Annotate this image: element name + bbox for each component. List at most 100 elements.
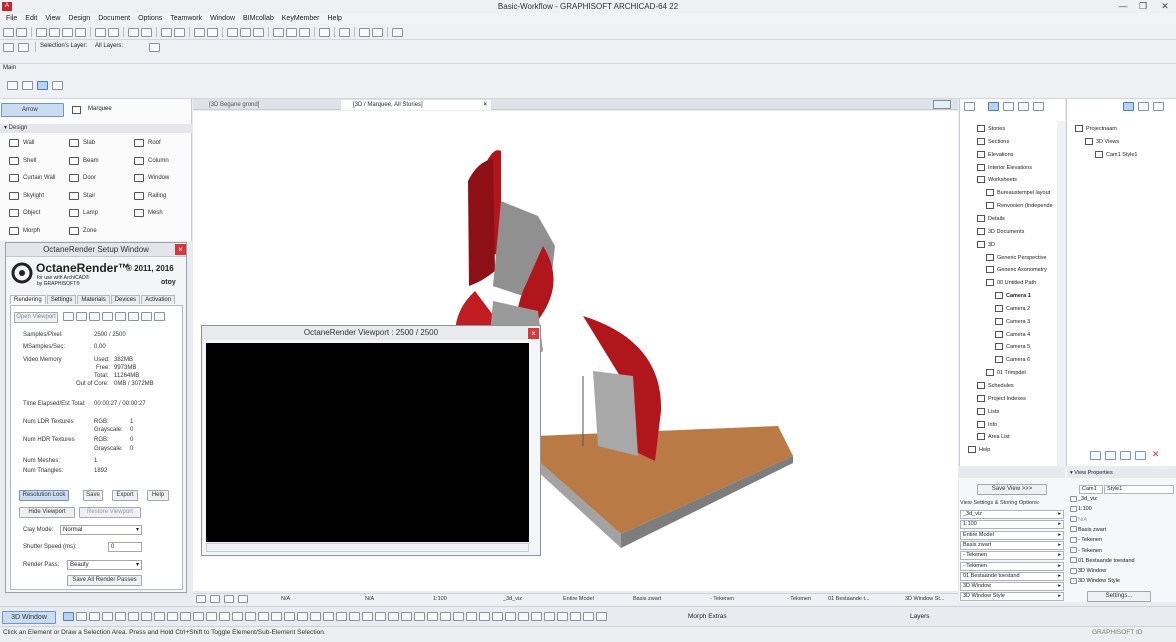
bottom-tool-icon[interactable]	[362, 612, 373, 621]
delete-icon[interactable]: ✕	[1152, 449, 1160, 459]
shutter-input[interactable]: 0	[108, 542, 142, 552]
menu-teamwork[interactable]: Teamwork	[166, 13, 206, 24]
save-all-passes-button[interactable]: Save All Render Passes	[67, 575, 142, 586]
open-viewport-button[interactable]: Open Viewport	[14, 312, 58, 323]
nav-item[interactable]: Camera 4	[995, 330, 1030, 341]
menu-edit[interactable]: Edit	[21, 13, 41, 24]
pick-up-icon[interactable]	[36, 27, 47, 37]
ruler-icon[interactable]	[273, 27, 284, 37]
polyline-icon[interactable]	[128, 27, 139, 37]
bottom-tool-icon[interactable]	[180, 612, 191, 621]
floor-plan-icon[interactable]	[7, 81, 18, 90]
bottom-tool-icon[interactable]	[297, 612, 308, 621]
bottom-tool-icon[interactable]	[271, 612, 282, 621]
tool-object[interactable]: Object	[5, 207, 40, 219]
bottom-tool-icon[interactable]	[531, 612, 542, 621]
render-pass-select[interactable]: Beauty ▾	[67, 560, 142, 570]
layers-icon[interactable]	[207, 27, 218, 37]
view-setting-select[interactable]: - Tekenen ▸	[960, 551, 1064, 561]
tab-rendering[interactable]: Rendering	[10, 295, 46, 304]
play-icon[interactable]	[76, 312, 87, 321]
export-button[interactable]: Export	[112, 490, 138, 501]
nav-item[interactable]: Info	[977, 420, 997, 431]
design-section-header[interactable]: ▾ Design	[0, 124, 192, 133]
help-button[interactable]: Help	[147, 490, 169, 501]
layout-book-icon[interactable]	[1017, 102, 1029, 111]
bottom-tool-icon[interactable]	[479, 612, 490, 621]
bottom-tool-icon[interactable]	[440, 612, 451, 621]
nav-item[interactable]: Camera 1	[995, 291, 1031, 302]
nav-item[interactable]: Project Indexes	[977, 394, 1026, 405]
menu-document[interactable]: Document	[94, 13, 134, 24]
quick-option[interactable]: Entire Model	[563, 596, 594, 602]
nav-item[interactable]: Generic Perspective	[986, 253, 1047, 264]
bottom-tool-icon[interactable]	[583, 612, 594, 621]
settings-icon[interactable]	[149, 43, 160, 52]
view-switch-icon[interactable]	[933, 100, 951, 109]
quick-option[interactable]: _3d_viz	[503, 596, 522, 602]
publisher-icon[interactable]	[1032, 102, 1044, 111]
folder-icon[interactable]	[1123, 102, 1134, 111]
nav-item[interactable]: Camera 6	[995, 355, 1030, 366]
save-view-button[interactable]: Save View >>>	[977, 484, 1047, 495]
view-properties-header[interactable]: ▾ View Properties	[1067, 469, 1176, 478]
undo-icon[interactable]	[3, 27, 14, 37]
bottom-tool-icon[interactable]	[323, 612, 334, 621]
clay-mode-select[interactable]: Normal ▾	[60, 525, 142, 535]
nav-item[interactable]: Help	[968, 445, 990, 456]
bottom-tool-icon[interactable]	[388, 612, 399, 621]
quick-option[interactable]: N/A	[365, 596, 374, 602]
line-icon[interactable]	[95, 27, 106, 37]
orbit-icon[interactable]	[238, 595, 248, 603]
view-setting-select[interactable]: - Tekenen ▸	[960, 561, 1064, 571]
clone-icon[interactable]	[1137, 102, 1149, 111]
trace-icon[interactable]	[194, 27, 205, 37]
bottom-tool-icon[interactable]	[76, 612, 87, 621]
bottom-tool-icon[interactable]	[63, 612, 74, 621]
new-folder-icon[interactable]	[1090, 450, 1101, 460]
tool-door[interactable]: Door	[65, 172, 96, 184]
tool-curtain-wall[interactable]: Curtain Wall	[5, 172, 55, 184]
pause-icon[interactable]	[63, 312, 74, 321]
nav-item[interactable]: Camera 2	[995, 304, 1030, 315]
eyedropper-icon[interactable]	[62, 27, 73, 37]
tool-column[interactable]: Column	[130, 155, 169, 167]
morph-extras-label[interactable]: Morph Extras	[688, 613, 727, 620]
tool-wall[interactable]: Wall	[5, 137, 34, 149]
tool-skylight[interactable]: Skylight	[5, 190, 44, 202]
bottom-tool-icon[interactable]	[518, 612, 529, 621]
pointer-icon[interactable]	[51, 81, 63, 90]
arrow-tool[interactable]: Arrow	[1, 103, 64, 117]
view-setting-select[interactable]: 1:100 ▸	[960, 520, 1064, 530]
view-item[interactable]: Cam1 Style1	[1095, 150, 1138, 161]
bottom-tool-icon[interactable]	[167, 612, 178, 621]
bim-icon[interactable]	[392, 27, 403, 37]
menu-bimcollab[interactable]: BIMcollab	[239, 13, 278, 24]
bottom-tool-icon[interactable]	[141, 612, 152, 621]
nav-item[interactable]: Bureaustempel layout	[986, 188, 1050, 199]
view-item[interactable]: 3D Views	[1085, 137, 1119, 148]
menu-file[interactable]: File	[2, 13, 21, 24]
view-setting-select[interactable]: 01 Bestaande toestand ▸	[960, 571, 1064, 581]
view-setting-select[interactable]: 3D Window Style ▸	[960, 592, 1064, 602]
gravity-icon[interactable]	[161, 27, 172, 37]
camera-icon[interactable]	[128, 312, 139, 321]
save-button[interactable]: Save	[83, 490, 103, 501]
view-settings-button[interactable]: Settings...	[1087, 591, 1151, 602]
app-icon[interactable]: A	[2, 2, 12, 11]
nav-item[interactable]: 01 Trimpdel	[986, 368, 1026, 379]
zoom-out-icon[interactable]	[210, 595, 220, 603]
nav-item[interactable]: Stories	[977, 124, 1005, 135]
send-icon[interactable]	[372, 27, 383, 37]
view-setting-select[interactable]: Entire Model ▸	[960, 530, 1064, 540]
view-setting-select[interactable]: _3d_viz ▸	[960, 510, 1064, 519]
nav-item[interactable]: Area List	[977, 432, 1010, 443]
tab-3d-begane-grond[interactable]: [3D Begane grond]	[197, 100, 337, 110]
nav-item[interactable]: Worksheets	[977, 175, 1017, 186]
nav-item[interactable]: Sections	[977, 137, 1009, 148]
bottom-tool-icon[interactable]	[466, 612, 477, 621]
bottom-tool-icon[interactable]	[544, 612, 555, 621]
bottom-tool-icon[interactable]	[349, 612, 360, 621]
pan-icon[interactable]	[253, 27, 264, 37]
bottom-tool-icon[interactable]	[219, 612, 230, 621]
